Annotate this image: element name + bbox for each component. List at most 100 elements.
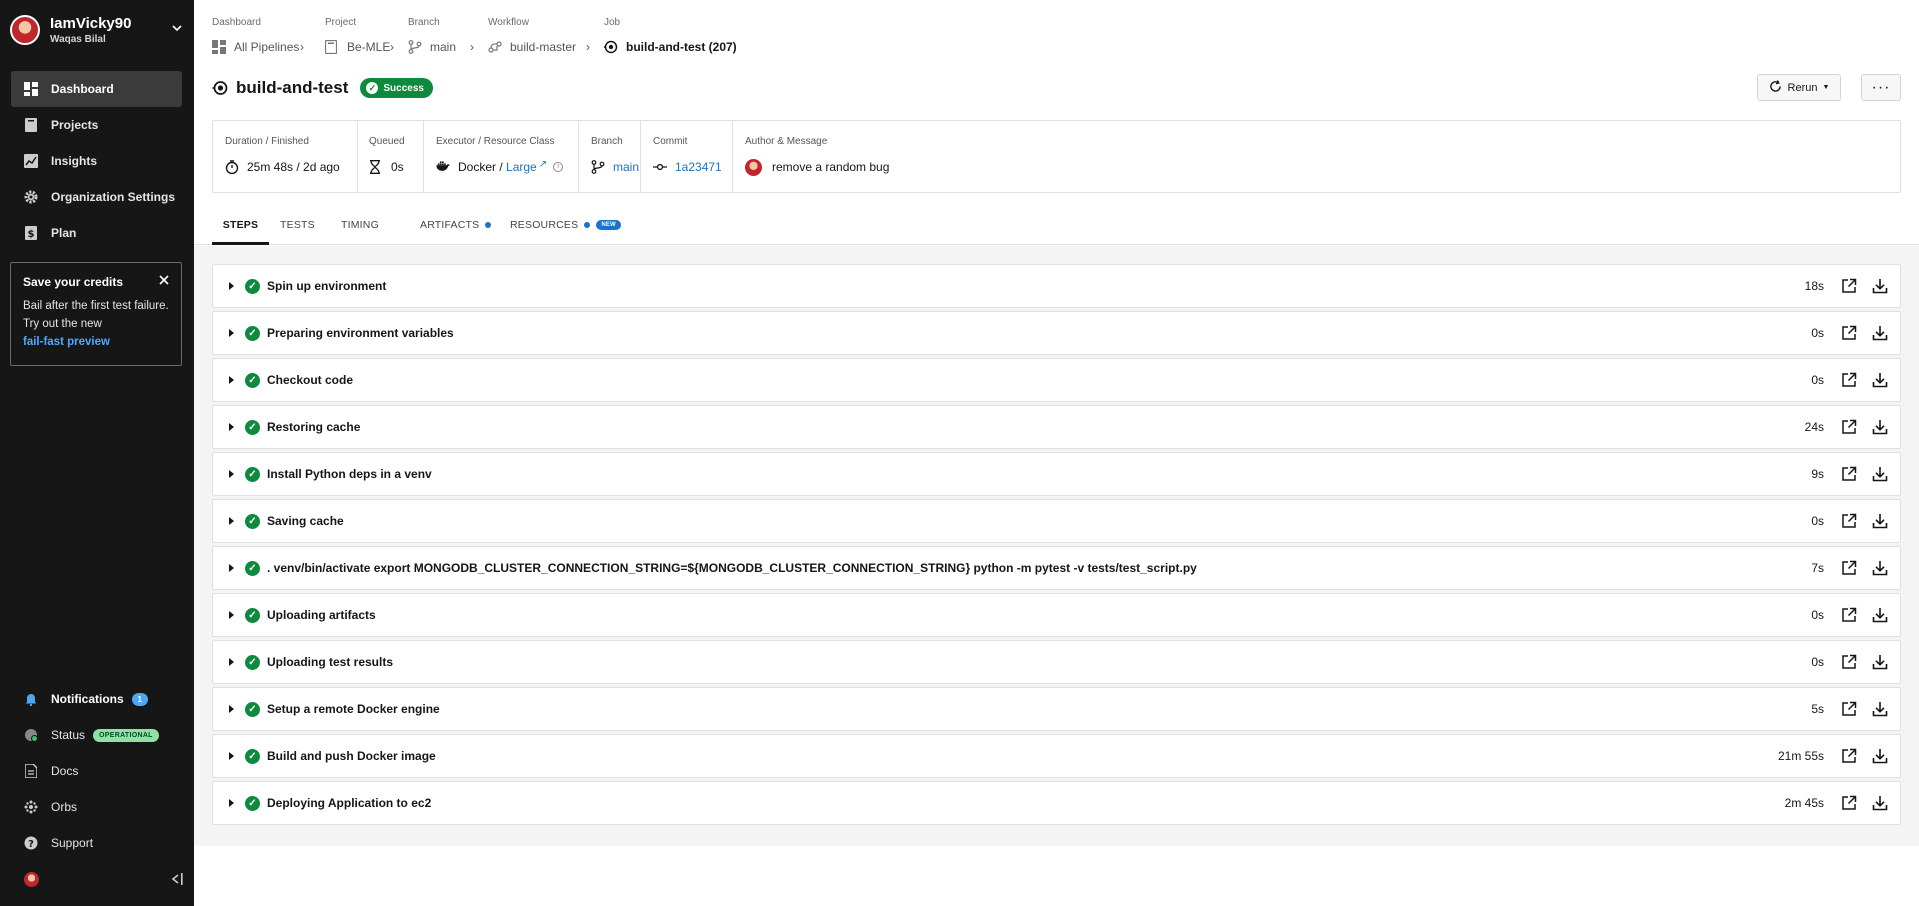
- open-in-new-icon[interactable]: [1841, 560, 1857, 576]
- tab-steps[interactable]: STEPS: [212, 215, 269, 245]
- close-icon[interactable]: [159, 273, 169, 289]
- caret-right-icon[interactable]: [229, 517, 234, 525]
- breadcrumb-job[interactable]: build-and-test (207): [604, 38, 737, 56]
- tab-resources[interactable]: RESOURCES NEW: [510, 215, 621, 245]
- breadcrumb-label-workflow: Workflow: [488, 17, 529, 28]
- download-icon[interactable]: [1872, 560, 1888, 576]
- download-icon[interactable]: [1872, 607, 1888, 623]
- tab-tests[interactable]: TESTS: [280, 215, 315, 245]
- chevron-down-icon[interactable]: [172, 22, 182, 36]
- download-icon[interactable]: [1872, 466, 1888, 482]
- info-icon[interactable]: i: [553, 162, 564, 172]
- sidebar-item-insights[interactable]: Insights: [11, 143, 182, 179]
- fail-fast-preview-link[interactable]: fail-fast preview: [23, 333, 169, 351]
- open-in-new-icon[interactable]: [1841, 419, 1857, 435]
- commit-link[interactable]: 1a23471: [675, 160, 722, 174]
- caret-right-icon[interactable]: [229, 611, 234, 619]
- resource-class-link[interactable]: Large: [506, 160, 537, 174]
- step-row[interactable]: ✓ Deploying Application to ec2 2m 45s: [212, 781, 1901, 825]
- open-in-new-icon[interactable]: [1841, 513, 1857, 529]
- download-icon[interactable]: [1872, 513, 1888, 529]
- download-icon[interactable]: [1872, 325, 1888, 341]
- sidebar-item-docs[interactable]: Docs: [11, 753, 182, 789]
- caret-right-icon[interactable]: [229, 658, 234, 666]
- sidebar-item-support[interactable]: ? Support: [11, 825, 182, 861]
- open-in-new-icon[interactable]: [1841, 278, 1857, 294]
- open-in-new-icon[interactable]: [1841, 372, 1857, 388]
- sidebar-item-organization-settings[interactable]: Organization Settings: [11, 179, 182, 215]
- tab-timing[interactable]: TIMING: [341, 215, 379, 245]
- sidebar-item-projects[interactable]: Projects: [11, 107, 182, 143]
- step-row[interactable]: ✓ Uploading artifacts 0s: [212, 593, 1901, 637]
- breadcrumb-all-pipelines[interactable]: All Pipelines: [212, 38, 299, 56]
- pipelines-icon: [212, 40, 226, 54]
- caret-right-icon[interactable]: [229, 376, 234, 384]
- step-row[interactable]: ✓ Install Python deps in a venv 9s: [212, 452, 1901, 496]
- summary-label: Author & Message: [745, 136, 828, 147]
- sidebar-item-label: Status: [51, 728, 86, 742]
- download-icon[interactable]: [1872, 372, 1888, 388]
- caret-right-icon[interactable]: [229, 423, 234, 431]
- caret-right-icon[interactable]: [229, 470, 234, 478]
- commit-message: remove a random bug: [772, 160, 890, 174]
- breadcrumb-text: All Pipelines: [234, 40, 300, 54]
- branch-link[interactable]: main: [613, 160, 639, 174]
- step-duration: 7s: [1811, 561, 1824, 575]
- breadcrumb-workflow[interactable]: build-master: [488, 38, 576, 56]
- step-row[interactable]: ✓ Saving cache 0s: [212, 499, 1901, 543]
- open-in-new-icon[interactable]: [1841, 466, 1857, 482]
- credits-body: Bail after the first test failure. Try o…: [23, 300, 169, 330]
- caret-right-icon[interactable]: [229, 329, 234, 337]
- download-icon[interactable]: [1872, 748, 1888, 764]
- breadcrumb-branch[interactable]: main: [408, 38, 456, 56]
- summary-label: Queued: [369, 136, 405, 147]
- avatar[interactable]: [24, 872, 39, 887]
- rerun-button[interactable]: Rerun ▼: [1757, 74, 1841, 101]
- download-icon[interactable]: [1872, 701, 1888, 717]
- insights-icon: [23, 153, 39, 169]
- tab-label: TIMING: [341, 219, 379, 231]
- sidebar-item-dashboard[interactable]: Dashboard: [11, 71, 182, 107]
- collapse-sidebar-icon[interactable]: [170, 872, 184, 886]
- job-tabs: STEPS TESTS TIMING ARTIFACTS RESOURCES N…: [194, 215, 1919, 245]
- step-row[interactable]: ✓ . venv/bin/activate export MONGODB_CLU…: [212, 546, 1901, 590]
- sidebar-item-label: Organization Settings: [51, 190, 176, 204]
- sidebar-item-orbs[interactable]: Orbs: [11, 789, 182, 825]
- step-row[interactable]: ✓ Spin up environment 18s: [212, 264, 1901, 308]
- step-name: Deploying Application to ec2: [267, 796, 432, 810]
- download-icon[interactable]: [1872, 419, 1888, 435]
- step-row[interactable]: ✓ Setup a remote Docker engine 5s: [212, 687, 1901, 731]
- open-in-new-icon[interactable]: [1841, 748, 1857, 764]
- download-icon[interactable]: [1872, 278, 1888, 294]
- step-row[interactable]: ✓ Build and push Docker image 21m 55s: [212, 734, 1901, 778]
- open-in-new-icon[interactable]: [1841, 795, 1857, 811]
- more-options-button[interactable]: ···: [1861, 74, 1901, 101]
- breadcrumb-project[interactable]: Be-MLE: [325, 38, 390, 56]
- download-icon[interactable]: [1872, 795, 1888, 811]
- credits-title: Save your credits: [23, 275, 124, 289]
- caret-right-icon[interactable]: [229, 282, 234, 290]
- sidebar-item-notifications[interactable]: Notifications 1: [11, 681, 182, 717]
- tab-label: RESOURCES: [510, 219, 579, 231]
- sidebar-nav: Dashboard Projects Insights Organization…: [11, 71, 182, 251]
- sidebar-item-status[interactable]: Status OPERATIONAL: [11, 717, 182, 753]
- tab-artifacts[interactable]: ARTIFACTS: [420, 215, 492, 245]
- step-row[interactable]: ✓ Uploading test results 0s: [212, 640, 1901, 684]
- download-icon[interactable]: [1872, 654, 1888, 670]
- caret-right-icon[interactable]: [229, 799, 234, 807]
- step-row[interactable]: ✓ Checkout code 0s: [212, 358, 1901, 402]
- sidebar-item-plan[interactable]: $ Plan: [11, 215, 182, 251]
- open-in-new-icon[interactable]: [1841, 701, 1857, 717]
- caret-right-icon[interactable]: [229, 752, 234, 760]
- caret-right-icon[interactable]: [229, 705, 234, 713]
- step-row[interactable]: ✓ Preparing environment variables 0s: [212, 311, 1901, 355]
- caret-right-icon[interactable]: [229, 564, 234, 572]
- open-in-new-icon[interactable]: [1841, 325, 1857, 341]
- open-in-new-icon[interactable]: [1841, 654, 1857, 670]
- open-in-new-icon[interactable]: [1841, 607, 1857, 623]
- summary-commit: Commit 1a23471: [640, 121, 732, 192]
- page-title: build-and-test: [236, 78, 349, 97]
- plan-icon: $: [23, 225, 39, 241]
- user-menu[interactable]: IamVicky90 Waqas Bilal: [10, 12, 186, 48]
- step-row[interactable]: ✓ Restoring cache 24s: [212, 405, 1901, 449]
